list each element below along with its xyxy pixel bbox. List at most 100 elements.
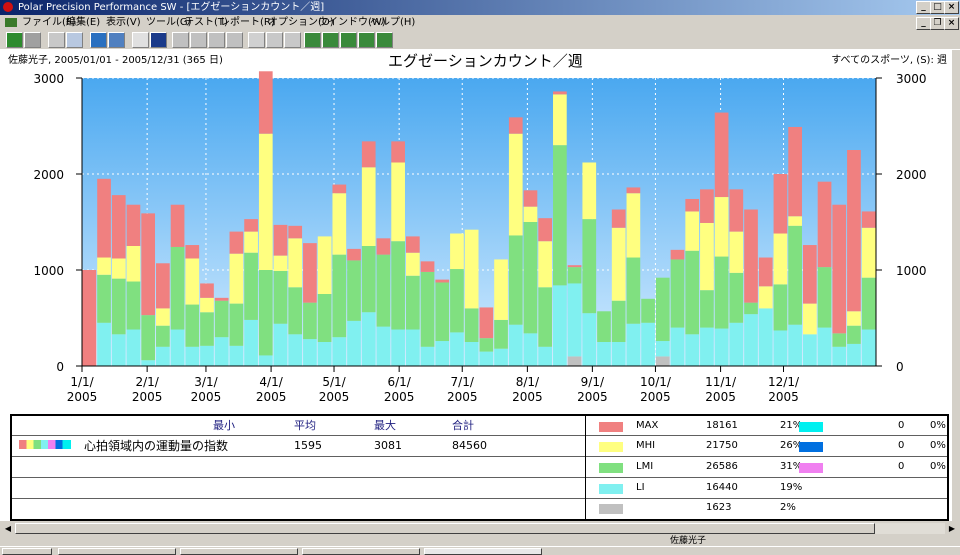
legend-swatch xyxy=(599,442,623,452)
bar-segment-lmi xyxy=(420,271,435,347)
globe-icon[interactable] xyxy=(90,32,107,48)
bar-segment-lmi xyxy=(626,257,641,324)
bar-segment-lmi xyxy=(832,333,847,347)
child-minimize-button[interactable]: _ xyxy=(916,17,931,30)
bar-segment-max xyxy=(258,71,273,134)
bar-segment-li xyxy=(141,360,156,366)
calendar-icon[interactable] xyxy=(132,32,149,48)
bar-segment-grey xyxy=(567,356,582,366)
x-tick-label: 9/1/ xyxy=(581,375,605,389)
bar-segment-li xyxy=(126,329,141,366)
bar-segment-lmi xyxy=(553,145,567,286)
bar-segment-max xyxy=(244,219,258,232)
bar-segment-li xyxy=(847,343,861,366)
zoom-icon[interactable] xyxy=(248,32,265,48)
chart-icon-5[interactable] xyxy=(376,32,393,48)
menu-edit[interactable]: 編集(E) xyxy=(66,15,100,30)
bar-segment-max xyxy=(626,187,641,194)
x-tick-label: 2005 xyxy=(191,390,222,404)
chart-icon-1[interactable] xyxy=(304,32,321,48)
bar-segment-li xyxy=(111,334,126,366)
chart-icon-4[interactable] xyxy=(358,32,375,48)
open-icon[interactable] xyxy=(6,32,23,48)
zoom-out-icon[interactable] xyxy=(266,32,283,48)
bar-segment-max xyxy=(170,204,185,247)
menu-view[interactable]: 表示(V) xyxy=(106,15,141,30)
bar-segment-mhi xyxy=(553,94,567,146)
menu-report[interactable]: レポート(R) xyxy=(220,15,275,30)
bar-segment-li xyxy=(567,283,582,357)
menu-help[interactable]: ヘルプ(H) xyxy=(370,15,415,30)
table-row-divider xyxy=(12,477,947,478)
bar-segment-mhi xyxy=(126,246,141,282)
copy-icon[interactable] xyxy=(66,32,83,48)
menu-bar: ファイル(F) 編集(E) 表示(V) ツール(G) テスト(T) レポート(R… xyxy=(0,15,960,30)
bar-segment-li xyxy=(758,308,773,366)
bar-segment-li xyxy=(861,329,876,366)
child-restore-button[interactable]: ❐ xyxy=(930,17,945,30)
bar-segment-lmi xyxy=(288,287,303,335)
bar-segment-lmi xyxy=(714,256,729,329)
x-tick-label: 10/1/ xyxy=(640,375,672,389)
bar-segment-mhi xyxy=(582,162,597,220)
bar-segment-max xyxy=(214,297,229,301)
bar-segment-max xyxy=(332,184,347,194)
vertical-scrollbar[interactable] xyxy=(951,50,960,521)
bar-segment-li xyxy=(317,342,332,366)
transfer-icon[interactable] xyxy=(108,32,125,48)
scroll-right-arrow-icon[interactable]: ▶ xyxy=(946,523,958,534)
document-icon[interactable] xyxy=(5,18,17,27)
bar-segment-lmi xyxy=(244,252,258,320)
chart-icon-2[interactable] xyxy=(322,32,339,48)
bar-segment-mhi xyxy=(405,252,420,276)
tools-icon[interactable] xyxy=(48,32,65,48)
disabled-tool-1-icon xyxy=(172,32,189,48)
bar-segment-lmi xyxy=(861,277,876,330)
legend-swatch-extra xyxy=(799,442,823,452)
bar-segment-mhi xyxy=(111,258,126,279)
table-row-divider xyxy=(12,456,947,457)
bar-segment-mhi xyxy=(258,133,273,270)
horizontal-scrollbar[interactable]: ◀ ▶ xyxy=(0,521,960,536)
bar-segment-max xyxy=(82,270,97,366)
bar-segment-lmi xyxy=(729,272,744,323)
bar-segment-mhi xyxy=(200,297,214,313)
maximize-button[interactable]: □ xyxy=(930,1,945,14)
bar-segment-li xyxy=(714,328,729,366)
zoom-in-icon[interactable] xyxy=(284,32,301,48)
bar-segment-lmi xyxy=(303,302,317,340)
bar-segment-li xyxy=(729,322,744,366)
chart-icon-3[interactable] xyxy=(340,32,357,48)
bar-segment-li xyxy=(626,323,641,366)
bar-segment-li xyxy=(464,342,479,366)
legend-extra-percent: 0% xyxy=(930,420,946,431)
bar-segment-li xyxy=(214,337,229,366)
col-min: 最小 xyxy=(213,419,235,432)
total-value: 84560 xyxy=(452,439,487,452)
scroll-thumb[interactable] xyxy=(15,523,875,534)
bar-segment-mhi xyxy=(508,133,523,236)
bar-segment-lmi xyxy=(97,274,111,323)
scroll-left-arrow-icon[interactable]: ◀ xyxy=(2,523,14,534)
bar-segment-max xyxy=(126,204,141,246)
book-icon[interactable] xyxy=(150,32,167,48)
bar-segment-max xyxy=(361,141,376,168)
x-tick-label: 2005 xyxy=(447,390,478,404)
disabled-grid-icon xyxy=(226,32,243,48)
bar-segment-lmi xyxy=(611,300,626,342)
child-close-button[interactable]: × xyxy=(944,17,959,30)
bar-segment-mhi xyxy=(700,222,714,291)
bar-segment-max xyxy=(758,257,773,287)
bar-segment-li xyxy=(538,346,553,366)
app-heart-icon xyxy=(3,2,13,12)
bar-segment-max xyxy=(273,224,288,256)
minimize-button[interactable]: _ xyxy=(916,1,931,14)
legend-divider xyxy=(585,416,586,519)
bar-segment-lmi xyxy=(788,225,802,325)
bar-segment-max xyxy=(817,181,832,268)
bar-segment-grey xyxy=(655,356,670,366)
report-content: 0 0 1000 1000 2000 2000 3000 3000 1/1/2005 2/1/20… xyxy=(0,50,951,521)
save-icon[interactable] xyxy=(24,32,41,48)
table-row-divider xyxy=(12,498,947,499)
close-button[interactable]: × xyxy=(944,1,959,14)
